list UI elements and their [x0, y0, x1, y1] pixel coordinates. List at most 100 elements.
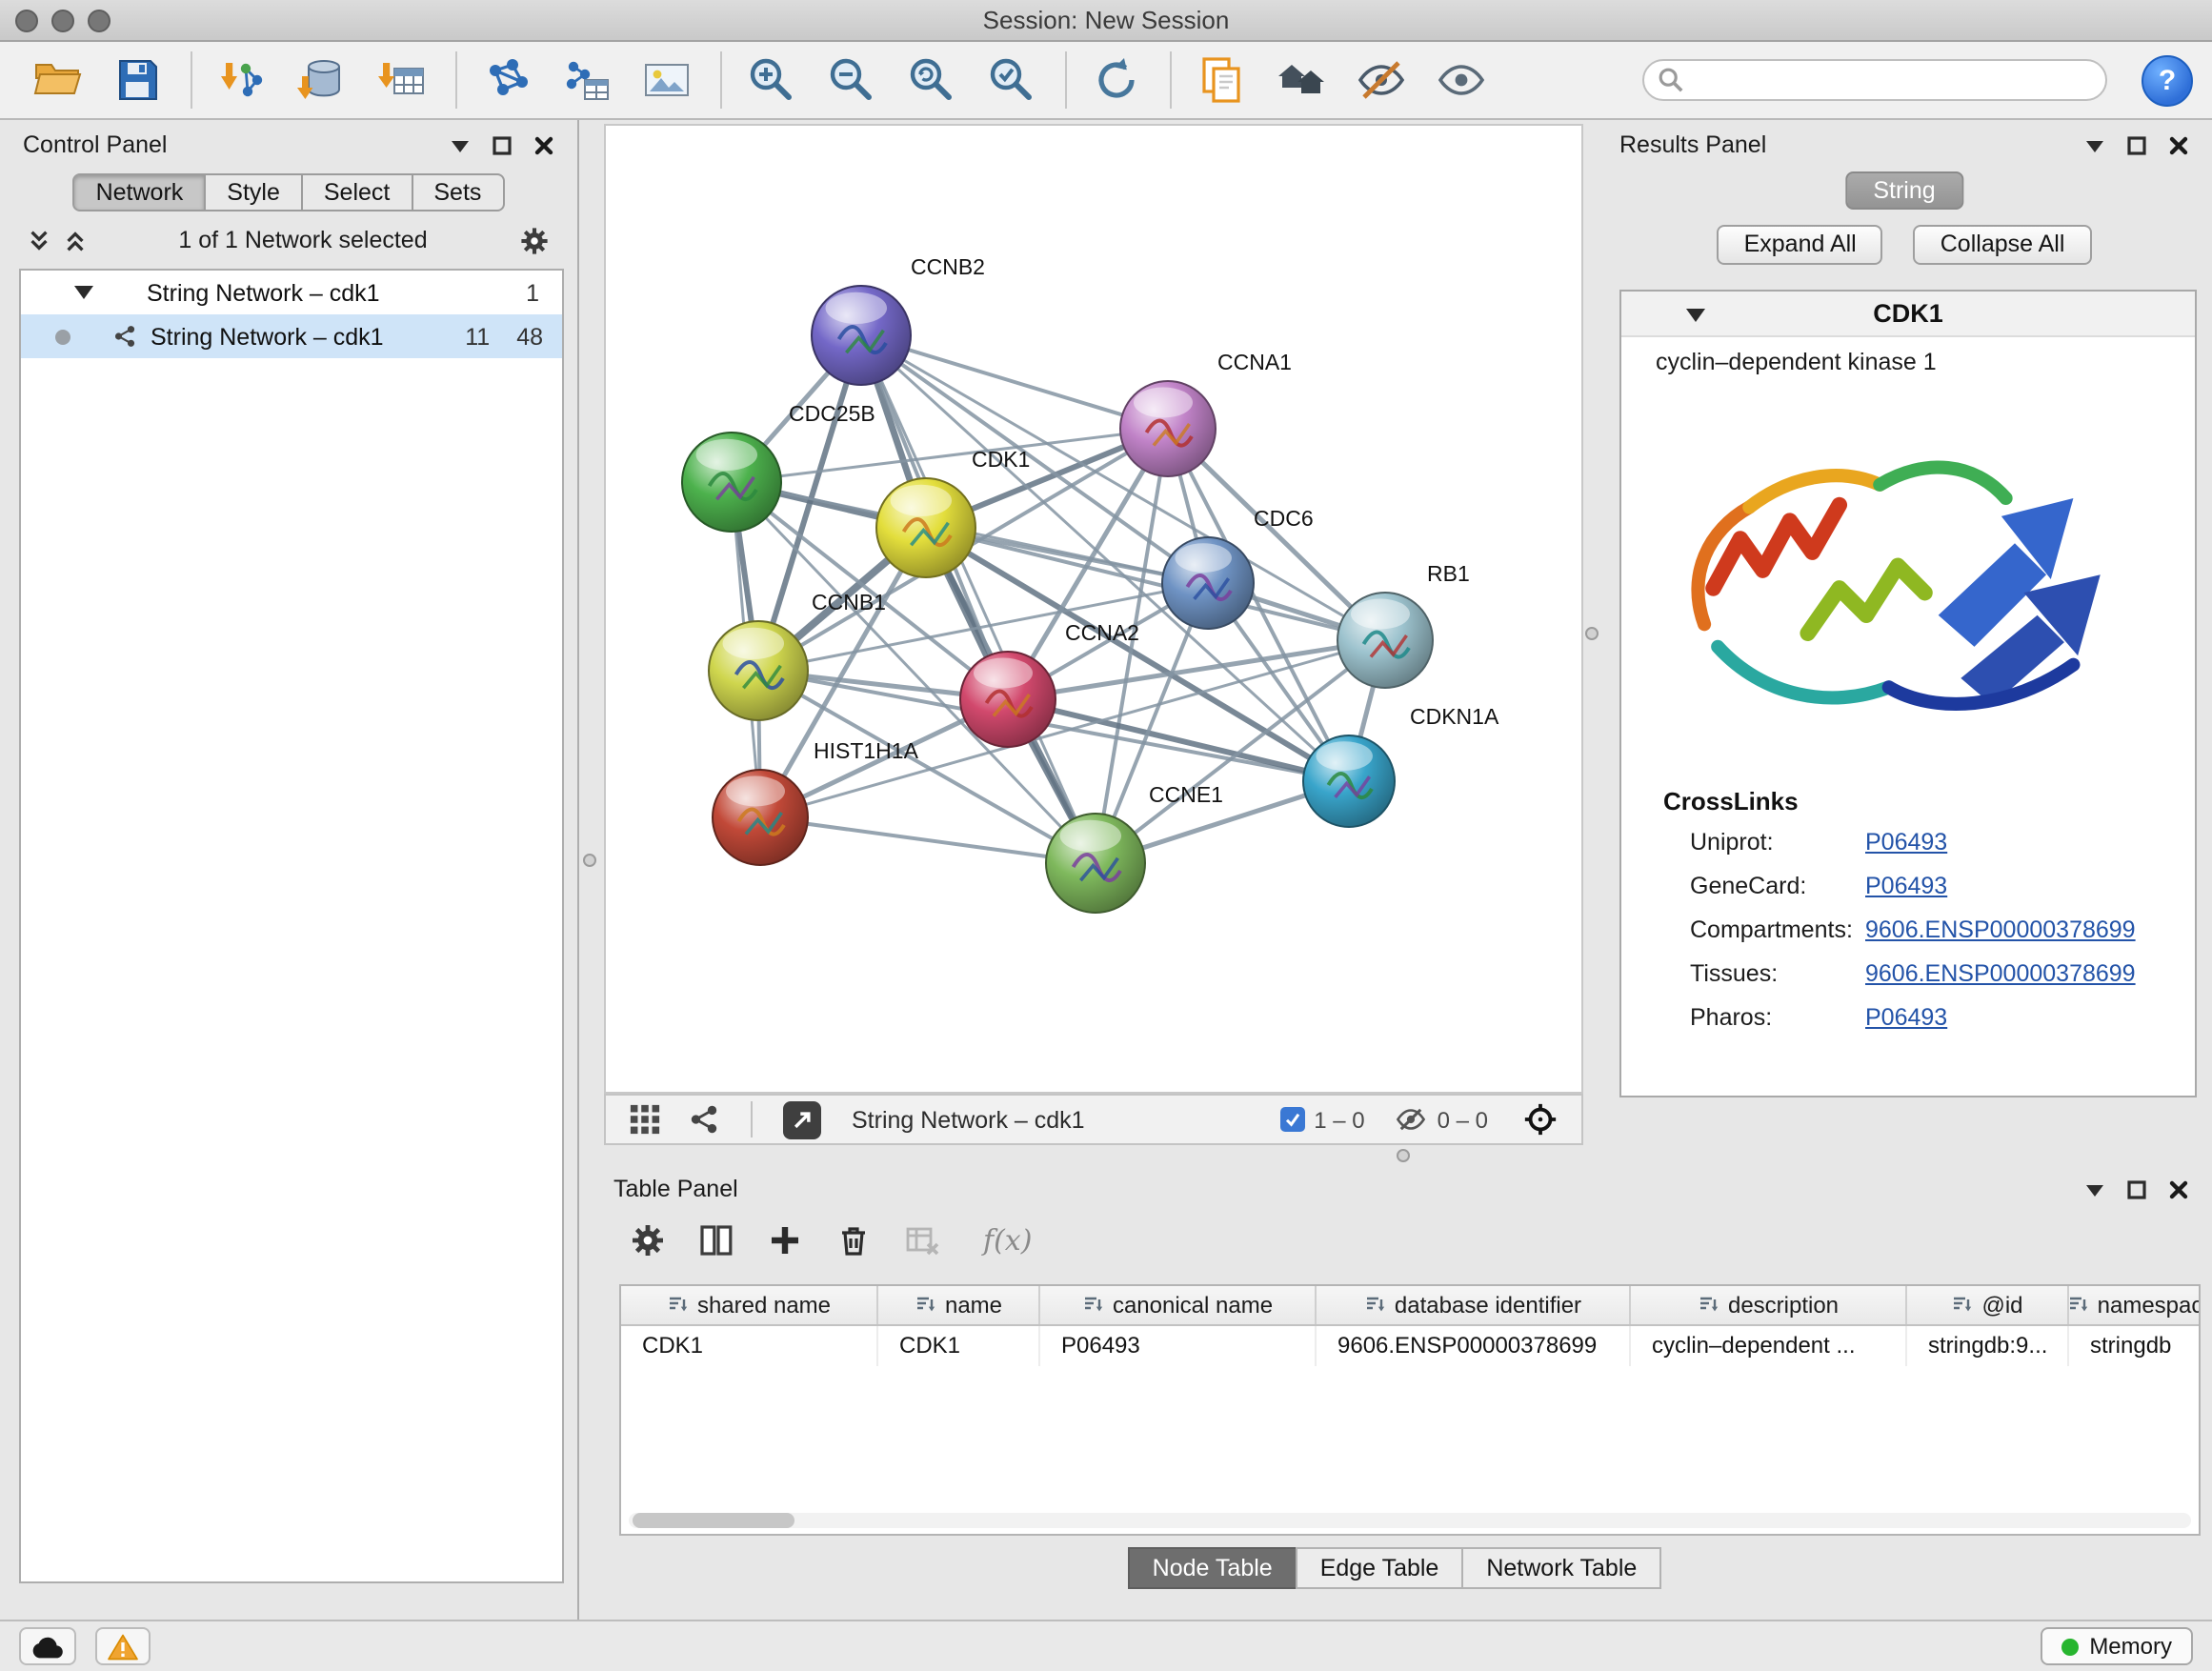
tab-select[interactable]: Select	[301, 173, 413, 211]
show-columns-icon[interactable]	[697, 1221, 735, 1259]
panel-float-icon[interactable]	[2126, 134, 2147, 155]
open-session-icon[interactable]	[30, 53, 84, 107]
gene-section-header[interactable]: CDK1	[1621, 292, 2195, 337]
network-node-CDC25B[interactable]	[682, 433, 781, 532]
panel-close-icon[interactable]	[2168, 134, 2189, 155]
memory-status-dot	[2061, 1638, 2078, 1655]
zoom-out-icon[interactable]	[825, 53, 878, 107]
crosshair-icon[interactable]	[1522, 1101, 1558, 1137]
memory-button[interactable]: Memory	[2040, 1627, 2193, 1665]
network-options-gear-icon[interactable]	[518, 224, 551, 256]
network-node-CCNE1[interactable]	[1046, 814, 1145, 913]
column-header-name[interactable]: name	[878, 1286, 1040, 1324]
node-label-CCNB1: CCNB1	[812, 590, 886, 614]
network-node-CDC6[interactable]	[1162, 537, 1254, 629]
network-view[interactable]: CCNB2CCNA1CDC25BCDK1CDC6RB1CCNB1CCNA2CDK…	[604, 124, 1583, 1094]
network-node-CCNB2[interactable]	[812, 286, 911, 385]
crosslink-link[interactable]: P06493	[1865, 828, 1947, 855]
panel-float-icon[interactable]	[492, 134, 513, 155]
new-network-icon[interactable]	[480, 53, 533, 107]
delete-column-icon[interactable]	[835, 1221, 873, 1259]
share-network-icon[interactable]	[688, 1103, 720, 1136]
node-highlight	[974, 658, 1033, 689]
expand-all-button[interactable]: Expand All	[1718, 225, 1883, 265]
warnings-button[interactable]	[95, 1627, 151, 1665]
section-collapse-icon[interactable]	[1686, 309, 1705, 322]
save-session-icon[interactable]	[111, 53, 164, 107]
panel-float-icon[interactable]	[2126, 1178, 2147, 1199]
collapse-all-button[interactable]: Collapse All	[1914, 225, 2092, 265]
tab-network-table[interactable]: Network Table	[1461, 1547, 1661, 1589]
clone-network-icon[interactable]	[1195, 53, 1248, 107]
crosslink-link[interactable]: P06493	[1865, 1003, 1947, 1030]
tab-string[interactable]: String	[1844, 171, 1963, 210]
zoom-in-icon[interactable]	[745, 53, 798, 107]
scrollbar-thumb[interactable]	[633, 1513, 794, 1528]
grid-view-icon[interactable]	[629, 1103, 661, 1136]
collapse-all-icon[interactable]	[27, 228, 51, 252]
panel-close-icon[interactable]	[2168, 1178, 2189, 1199]
bypass-style-icon[interactable]	[1355, 53, 1408, 107]
network-collection-row[interactable]: String Network – cdk1 1	[21, 271, 562, 314]
import-network-file-icon[interactable]	[215, 53, 269, 107]
export-image-icon[interactable]	[640, 53, 694, 107]
network-node-CDKN1A[interactable]	[1303, 735, 1395, 827]
panel-menu-icon[interactable]	[2084, 1178, 2105, 1199]
function-builder-button[interactable]: f(x)	[983, 1223, 1032, 1258]
tab-style[interactable]: Style	[204, 173, 303, 211]
splitter-handle[interactable]	[1397, 1149, 1410, 1162]
import-table-icon[interactable]	[375, 53, 429, 107]
table-row[interactable]: CDK1CDK1P064939606.ENSP00000378699cyclin…	[621, 1326, 2199, 1366]
network-node-CDK1[interactable]	[876, 478, 975, 577]
tree-expand-icon[interactable]	[74, 286, 93, 299]
column-header-database-identifier[interactable]: database identifier	[1317, 1286, 1631, 1324]
search-input[interactable]	[1642, 59, 2107, 101]
column-header-namespac[interactable]: namespac	[2069, 1286, 2201, 1324]
network-edge-CCNB2-CCNE1[interactable]	[861, 335, 1096, 863]
tab-edge-table[interactable]: Edge Table	[1296, 1547, 1464, 1589]
zoom-fit-icon[interactable]	[905, 53, 958, 107]
tab-node-table[interactable]: Node Table	[1128, 1547, 1297, 1589]
network-node-HIST1H1A[interactable]	[713, 770, 808, 865]
zoom-selected-icon[interactable]	[985, 53, 1038, 107]
network-node-CCNA2[interactable]	[960, 652, 1056, 747]
panel-close-icon[interactable]	[533, 134, 554, 155]
network-table-icon[interactable]	[560, 53, 613, 107]
refresh-icon[interactable]	[1090, 53, 1143, 107]
hidden-eye-icon[interactable]	[1396, 1103, 1428, 1136]
panel-menu-icon[interactable]	[2084, 134, 2105, 155]
results-panel-header: Results Panel	[1597, 120, 2212, 170]
column-header-shared-name[interactable]: shared name	[621, 1286, 878, 1324]
network-node-CCNA1[interactable]	[1120, 381, 1216, 476]
panel-menu-icon[interactable]	[450, 134, 471, 155]
tab-sets[interactable]: Sets	[411, 173, 504, 211]
tab-network[interactable]: Network	[73, 173, 207, 211]
node-label-CCNA1: CCNA1	[1217, 350, 1292, 374]
home-networks-icon[interactable]	[1275, 53, 1328, 107]
crosslink-label: Compartments:	[1690, 916, 1865, 942]
node-highlight	[891, 485, 952, 516]
crosslink-link[interactable]: P06493	[1865, 872, 1947, 898]
show-hide-icon[interactable]	[1435, 53, 1488, 107]
column-header-canonical-name[interactable]: canonical name	[1040, 1286, 1317, 1324]
network-node-CCNB1[interactable]	[709, 621, 808, 720]
network-node-RB1[interactable]	[1337, 593, 1433, 688]
horizontal-scrollbar[interactable]	[629, 1513, 2191, 1528]
crosslink-link[interactable]: 9606.ENSP00000378699	[1865, 959, 2136, 986]
network-canvas[interactable]: CCNB2CCNA1CDC25BCDK1CDC6RB1CCNB1CCNA2CDK…	[606, 126, 1581, 1092]
open-external-button[interactable]	[783, 1100, 821, 1138]
cloud-button[interactable]	[19, 1627, 76, 1665]
crosslink-link[interactable]: 9606.ENSP00000378699	[1865, 916, 2136, 942]
expand-all-icon[interactable]	[63, 228, 88, 252]
import-network-database-icon[interactable]	[295, 53, 349, 107]
column-header-description[interactable]: description	[1631, 1286, 1907, 1324]
selected-checkbox[interactable]	[1279, 1107, 1304, 1132]
splitter-handle[interactable]	[583, 854, 596, 867]
column-header--id[interactable]: @id	[1907, 1286, 2069, 1324]
help-button[interactable]: ?	[2142, 54, 2193, 106]
table-cell: CDK1	[621, 1326, 878, 1366]
network-row[interactable]: String Network – cdk1 11 48	[21, 314, 562, 358]
table-options-gear-icon[interactable]	[629, 1221, 667, 1259]
network-edge-CCNE1-HIST1H1A[interactable]	[760, 817, 1096, 863]
add-column-icon[interactable]	[766, 1221, 804, 1259]
